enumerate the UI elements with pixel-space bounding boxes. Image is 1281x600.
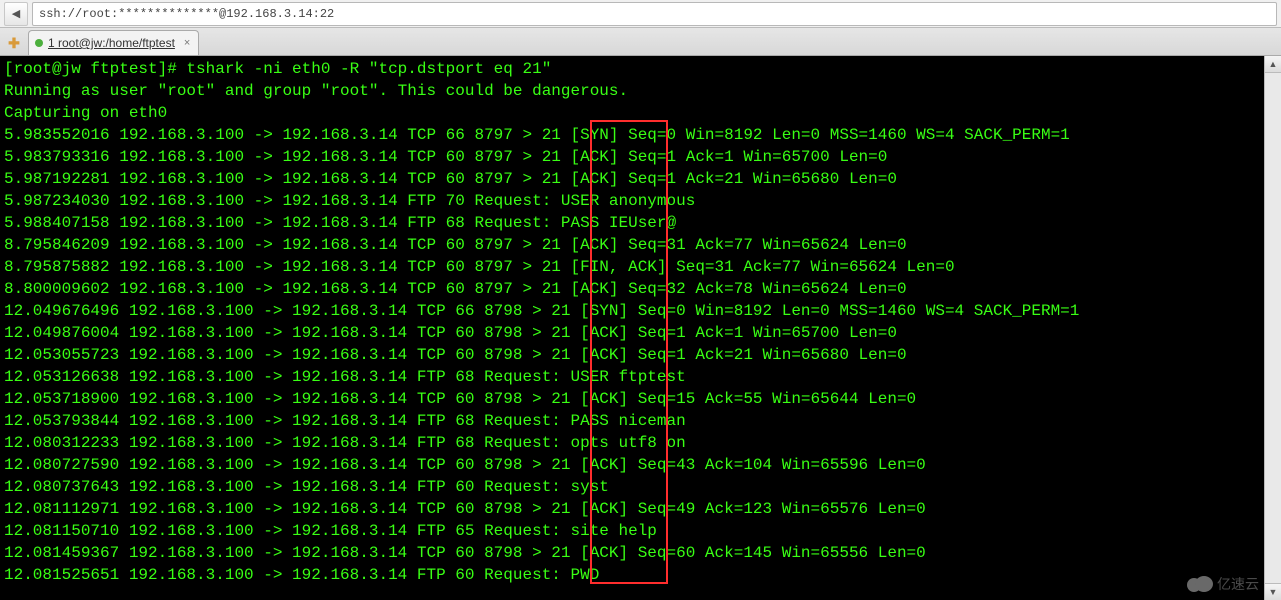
chevron-up-icon: ▲ xyxy=(1269,59,1278,69)
address-input[interactable] xyxy=(32,2,1277,26)
scroll-up-button[interactable]: ▲ xyxy=(1265,56,1281,73)
back-chevron-icon: ◀ xyxy=(12,7,20,20)
status-connected-icon xyxy=(35,39,43,47)
nav-back-button[interactable]: ◀ xyxy=(4,2,28,26)
vertical-scrollbar[interactable]: ▲ ▼ xyxy=(1264,56,1281,600)
terminal-area[interactable]: [root@jw ftptest]# tshark -ni eth0 -R "t… xyxy=(0,56,1281,600)
chevron-down-icon: ▼ xyxy=(1269,587,1278,597)
plus-icon: ✚ xyxy=(8,35,20,52)
watermark-text: 亿速云 xyxy=(1217,574,1259,594)
add-tab-button[interactable]: ✚ xyxy=(6,35,22,51)
watermark: 亿速云 xyxy=(1187,574,1259,594)
tab-title: 1 root@jw:/home/ftptest xyxy=(48,36,175,50)
close-tab-button[interactable]: × xyxy=(184,37,190,49)
scroll-down-button[interactable]: ▼ xyxy=(1265,583,1281,600)
terminal-output: [root@jw ftptest]# tshark -ni eth0 -R "t… xyxy=(0,56,1281,588)
address-bar: ◀ xyxy=(0,0,1281,28)
tab-strip: ✚ 1 root@jw:/home/ftptest × xyxy=(0,28,1281,56)
cloud-icon xyxy=(1187,576,1213,592)
session-tab[interactable]: 1 root@jw:/home/ftptest × xyxy=(28,30,199,55)
